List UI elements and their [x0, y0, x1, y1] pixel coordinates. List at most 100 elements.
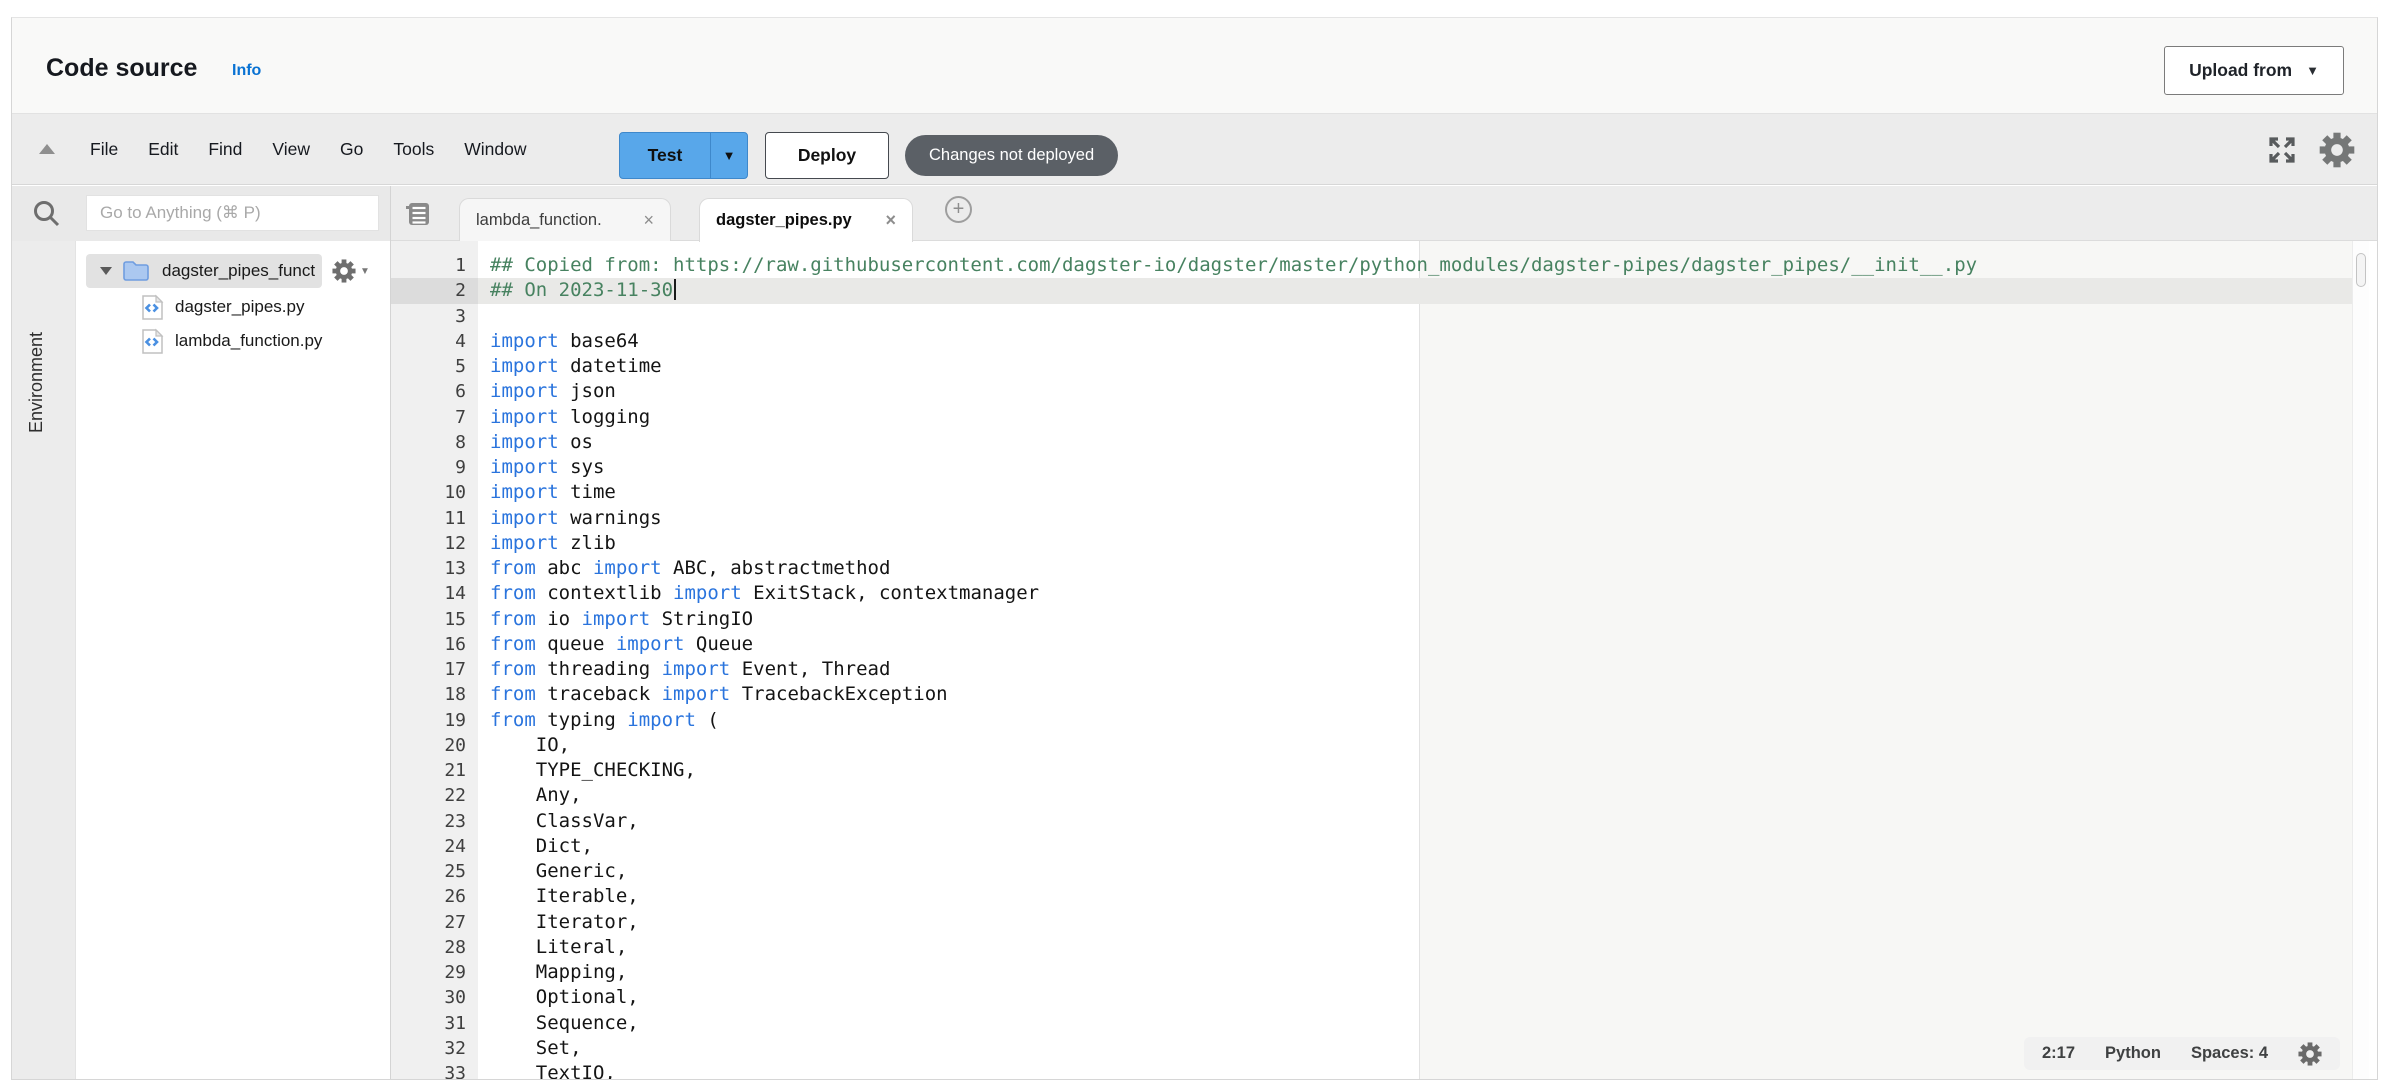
line-number: 10	[391, 480, 478, 505]
code-line-14[interactable]: 14from contextlib import ExitStack, cont…	[391, 581, 2352, 606]
folder-icon	[122, 260, 150, 282]
go-to-anything-input[interactable]	[86, 195, 379, 231]
info-link[interactable]: Info	[232, 62, 261, 80]
code-text: import zlib	[478, 531, 616, 556]
code-text: Set,	[478, 1036, 582, 1061]
code-text: from queue import Queue	[478, 632, 753, 657]
code-line-20[interactable]: 20 IO,	[391, 733, 2352, 758]
cursor-position[interactable]: 2:17	[2042, 1044, 2075, 1063]
code-line-23[interactable]: 23 ClassVar,	[391, 809, 2352, 834]
code-line-31[interactable]: 31 Sequence,	[391, 1011, 2352, 1036]
line-number: 3	[391, 304, 478, 329]
code-line-21[interactable]: 21 TYPE_CHECKING,	[391, 758, 2352, 783]
code-line-8[interactable]: 8import os	[391, 430, 2352, 455]
tab-lambda_function-[interactable]: lambda_function.×	[459, 198, 671, 242]
code-line-11[interactable]: 11import warnings	[391, 506, 2352, 531]
code-line-17[interactable]: 17from threading import Event, Thread	[391, 657, 2352, 682]
code-line-26[interactable]: 26 Iterable,	[391, 884, 2352, 909]
code-line-28[interactable]: 28 Literal,	[391, 935, 2352, 960]
collapse-panel-icon[interactable]	[39, 144, 55, 154]
folder-expand-icon[interactable]	[100, 267, 112, 275]
menu-item-tools[interactable]: Tools	[378, 133, 449, 166]
editor-body: Environment dagster_pipes_funct	[12, 186, 2377, 1079]
code-line-29[interactable]: 29 Mapping,	[391, 960, 2352, 985]
tree-settings-gear[interactable]: ▼	[332, 259, 370, 283]
menu-item-view[interactable]: View	[257, 133, 325, 166]
code-line-16[interactable]: 16from queue import Queue	[391, 632, 2352, 657]
language-mode[interactable]: Python	[2105, 1044, 2161, 1063]
code-line-27[interactable]: 27 Iterator,	[391, 910, 2352, 935]
test-button[interactable]: Test	[619, 132, 711, 179]
code-text: import warnings	[478, 506, 662, 531]
environment-tab[interactable]: Environment	[26, 301, 47, 433]
environment-tab-column: Environment	[12, 241, 76, 1079]
tab-list-icon[interactable]	[403, 200, 433, 233]
menu-item-find[interactable]: Find	[193, 133, 257, 166]
line-number: 26	[391, 884, 478, 909]
test-dropdown-button[interactable]: ▼	[710, 132, 748, 179]
code-text: import base64	[478, 329, 639, 354]
tree-file-dagster_pipes-py[interactable]: dagster_pipes.py	[76, 290, 390, 324]
code-line-1[interactable]: 1## Copied from: https://raw.githubuserc…	[391, 253, 2352, 278]
menu-item-window[interactable]: Window	[449, 133, 541, 166]
settings-gear-icon[interactable]	[2319, 132, 2355, 168]
code-line-15[interactable]: 15from io import StringIO	[391, 607, 2352, 632]
deploy-button[interactable]: Deploy	[765, 132, 889, 179]
line-number: 13	[391, 556, 478, 581]
menu-item-file[interactable]: File	[75, 133, 133, 166]
code-line-6[interactable]: 6import json	[391, 379, 2352, 404]
fullscreen-icon[interactable]	[2267, 135, 2297, 165]
gear-icon	[332, 259, 356, 283]
code-line-7[interactable]: 7import logging	[391, 405, 2352, 430]
code-line-4[interactable]: 4import base64	[391, 329, 2352, 354]
code-text: Literal,	[478, 935, 627, 960]
code-line-19[interactable]: 19from typing import (	[391, 708, 2352, 733]
line-number: 20	[391, 733, 478, 758]
scrollbar-thumb[interactable]	[2356, 253, 2366, 287]
code-line-22[interactable]: 22 Any,	[391, 783, 2352, 808]
line-number: 19	[391, 708, 478, 733]
code-editor[interactable]: 1## Copied from: https://raw.githubuserc…	[391, 241, 2377, 1079]
vertical-scrollbar[interactable]	[2352, 241, 2369, 1079]
editor-settings-gear-icon[interactable]	[2298, 1042, 2322, 1066]
code-text: from contextlib import ExitStack, contex…	[478, 581, 1039, 606]
tab-label: dagster_pipes.py	[716, 211, 852, 230]
new-tab-button[interactable]: +	[945, 196, 972, 223]
file-tree: dagster_pipes_funct	[76, 241, 390, 1079]
code-line-25[interactable]: 25 Generic,	[391, 859, 2352, 884]
python-file-icon	[141, 328, 164, 355]
code-line-12[interactable]: 12import zlib	[391, 531, 2352, 556]
tree-file-list: dagster_pipes.py lambda_function.py	[76, 290, 390, 358]
code-text: Mapping,	[478, 960, 627, 985]
file-name: lambda_function.py	[175, 331, 322, 351]
code-line-24[interactable]: 24 Dict,	[391, 834, 2352, 859]
line-number: 18	[391, 682, 478, 707]
menu-item-edit[interactable]: Edit	[133, 133, 193, 166]
line-number: 24	[391, 834, 478, 859]
tree-folder-row[interactable]: dagster_pipes_funct	[86, 254, 322, 288]
code-line-2[interactable]: 2## On 2023-11-30	[391, 278, 2352, 303]
code-text: import os	[478, 430, 593, 455]
test-split-button[interactable]: Test ▼	[619, 132, 748, 179]
code-line-3[interactable]: 3	[391, 304, 2352, 329]
code-line-10[interactable]: 10import time	[391, 480, 2352, 505]
indentation-setting[interactable]: Spaces: 4	[2191, 1044, 2268, 1063]
code-line-13[interactable]: 13from abc import ABC, abstractmethod	[391, 556, 2352, 581]
menu-item-go[interactable]: Go	[325, 133, 378, 166]
tree-file-lambda_function-py[interactable]: lambda_function.py	[76, 324, 390, 358]
tab-dagster_pipes-py[interactable]: dagster_pipes.py ×	[699, 198, 913, 242]
code-text: from threading import Event, Thread	[478, 657, 890, 682]
code-text: from abc import ABC, abstractmethod	[478, 556, 890, 581]
close-tab-icon[interactable]: ×	[633, 210, 654, 231]
upload-from-button[interactable]: Upload from ▼	[2164, 46, 2344, 95]
code-line-18[interactable]: 18from traceback import TracebackExcepti…	[391, 682, 2352, 707]
line-number: 30	[391, 985, 478, 1010]
line-number: 21	[391, 758, 478, 783]
close-tab-icon[interactable]: ×	[875, 210, 896, 231]
code-line-9[interactable]: 9import sys	[391, 455, 2352, 480]
folder-name: dagster_pipes_funct	[162, 261, 315, 281]
code-line-5[interactable]: 5import datetime	[391, 354, 2352, 379]
line-number: 9	[391, 455, 478, 480]
code-line-30[interactable]: 30 Optional,	[391, 985, 2352, 1010]
line-number: 6	[391, 379, 478, 404]
